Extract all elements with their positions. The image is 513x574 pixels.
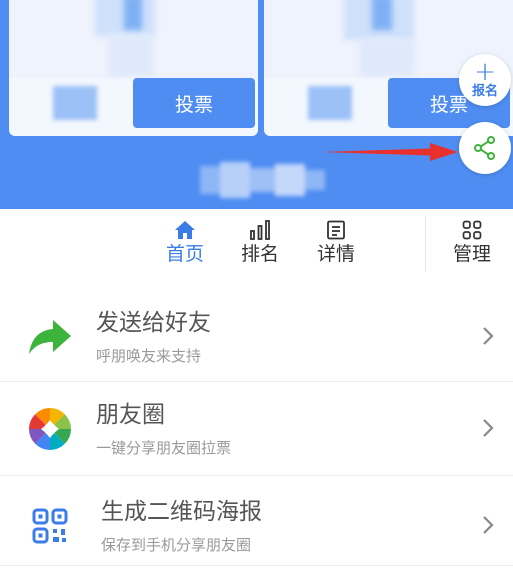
chevron-right-icon [483, 419, 494, 437]
contestant-card[interactable]: 投票 [9, 0, 258, 136]
tab-label: 详情 [316, 242, 355, 265]
share-icon [474, 136, 495, 160]
share-option-moments[interactable]: 朋友圈 一键分享朋友圈拉票 [0, 381, 513, 475]
contestant-photo [9, 0, 258, 78]
tab-bar: 首页 排名 详情 管理 [0, 209, 513, 275]
vote-button[interactable]: 投票 [133, 78, 255, 128]
tab-divider [425, 216, 426, 272]
signup-button[interactable]: + 报名 [459, 54, 511, 106]
tab-details[interactable]: 详情 [300, 209, 372, 275]
option-title: 朋友圈 [96, 402, 165, 428]
document-icon [327, 220, 345, 239]
option-subtitle: 呼朋唤友来支持 [96, 347, 202, 365]
share-option-send-friend[interactable]: 发送给好友 呼朋唤友来支持 [0, 289, 513, 381]
home-icon [175, 220, 195, 239]
divider [0, 475, 513, 476]
contestant-number [308, 86, 352, 120]
chevron-right-icon [483, 516, 494, 534]
share-option-qr-poster[interactable]: 生成二维码海报 保存到手机分享朋友圈 [0, 478, 513, 570]
chevron-right-icon [483, 327, 494, 345]
plus-icon: + [474, 56, 496, 87]
tab-label: 首页 [165, 242, 204, 265]
pointer-arrow [322, 143, 458, 161]
qr-code-icon [26, 502, 74, 550]
option-subtitle: 保存到手机分享朋友圈 [101, 536, 252, 554]
tab-ranking[interactable]: 排名 [224, 209, 296, 275]
moments-aperture-icon [26, 405, 74, 453]
forward-arrow-icon [26, 313, 74, 361]
contestant-number [53, 86, 97, 120]
tab-label: 排名 [240, 242, 279, 265]
bar-chart-icon [250, 219, 270, 240]
contestant-panel: 投票 投票 [0, 0, 513, 209]
tab-label: 管理 [452, 242, 491, 265]
divider [0, 565, 513, 566]
grid-icon [462, 220, 482, 239]
option-title: 发送给好友 [96, 310, 211, 336]
option-subtitle: 一键分享朋友圈拉票 [96, 439, 232, 457]
share-button[interactable] [459, 122, 511, 174]
tab-manage[interactable]: 管理 [436, 209, 508, 275]
pixelated-caption [200, 162, 325, 198]
option-title: 生成二维码海报 [101, 499, 262, 525]
signup-label: 报名 [471, 83, 498, 99]
tab-home[interactable]: 首页 [146, 209, 224, 275]
